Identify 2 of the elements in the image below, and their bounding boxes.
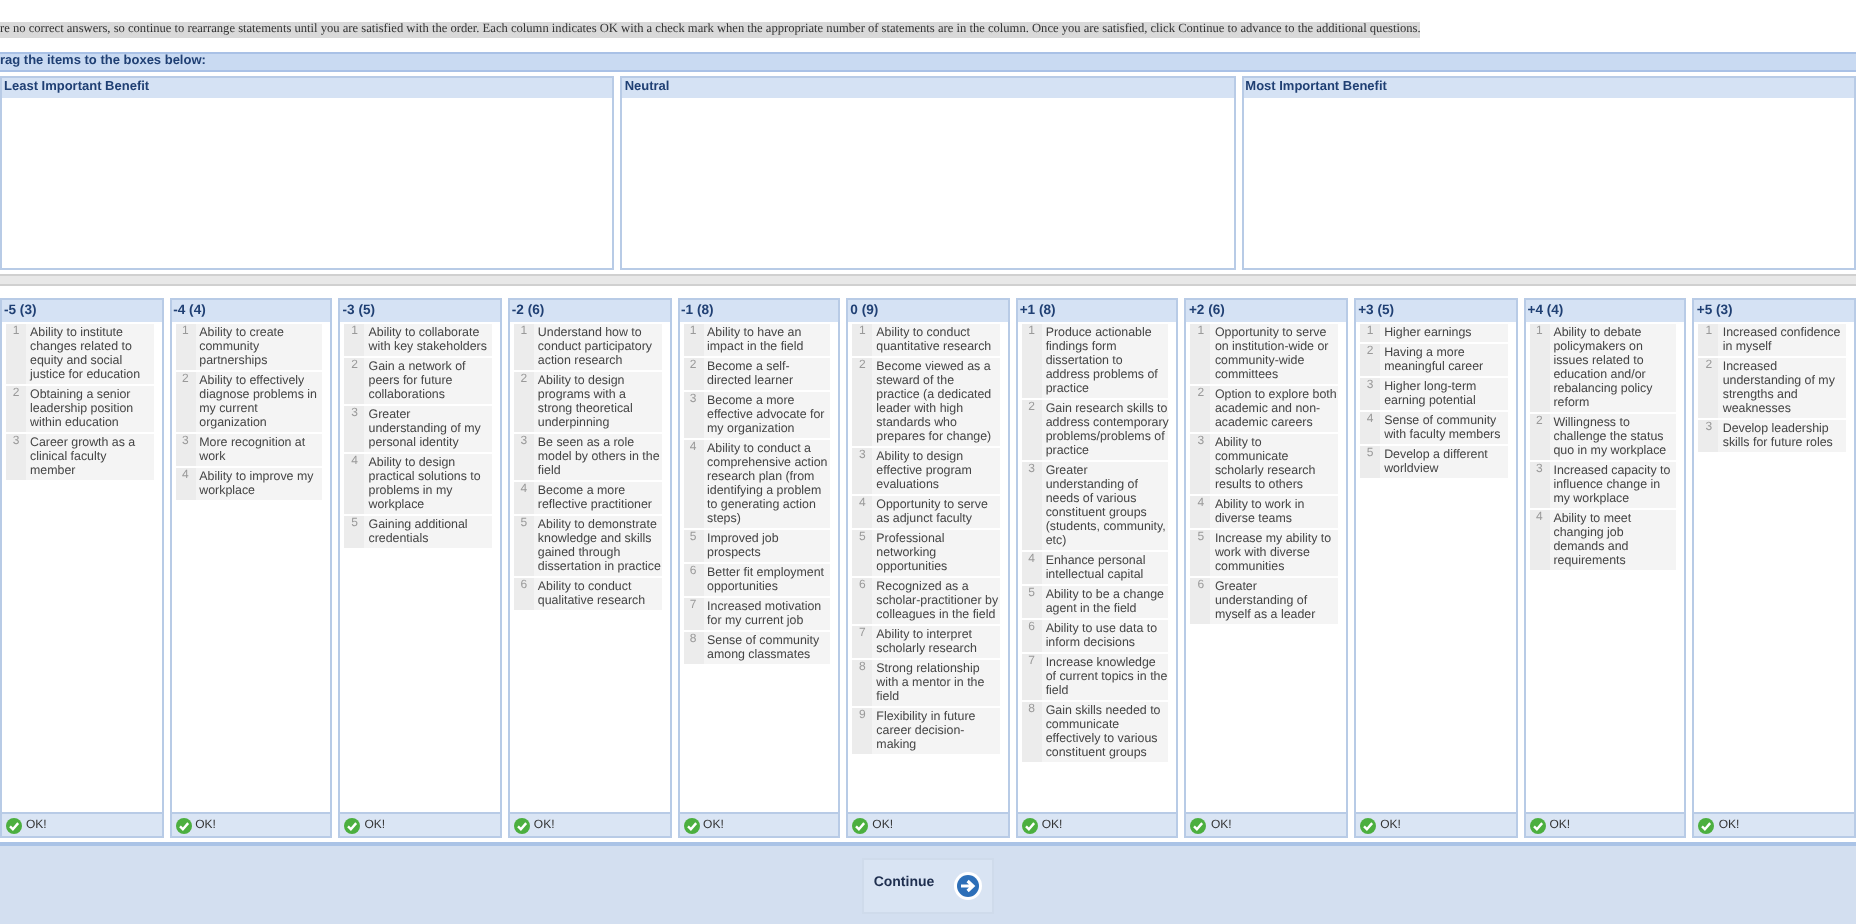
arrow-right-icon xyxy=(954,871,983,899)
horizontal-scrollbar[interactable] xyxy=(0,274,1856,286)
